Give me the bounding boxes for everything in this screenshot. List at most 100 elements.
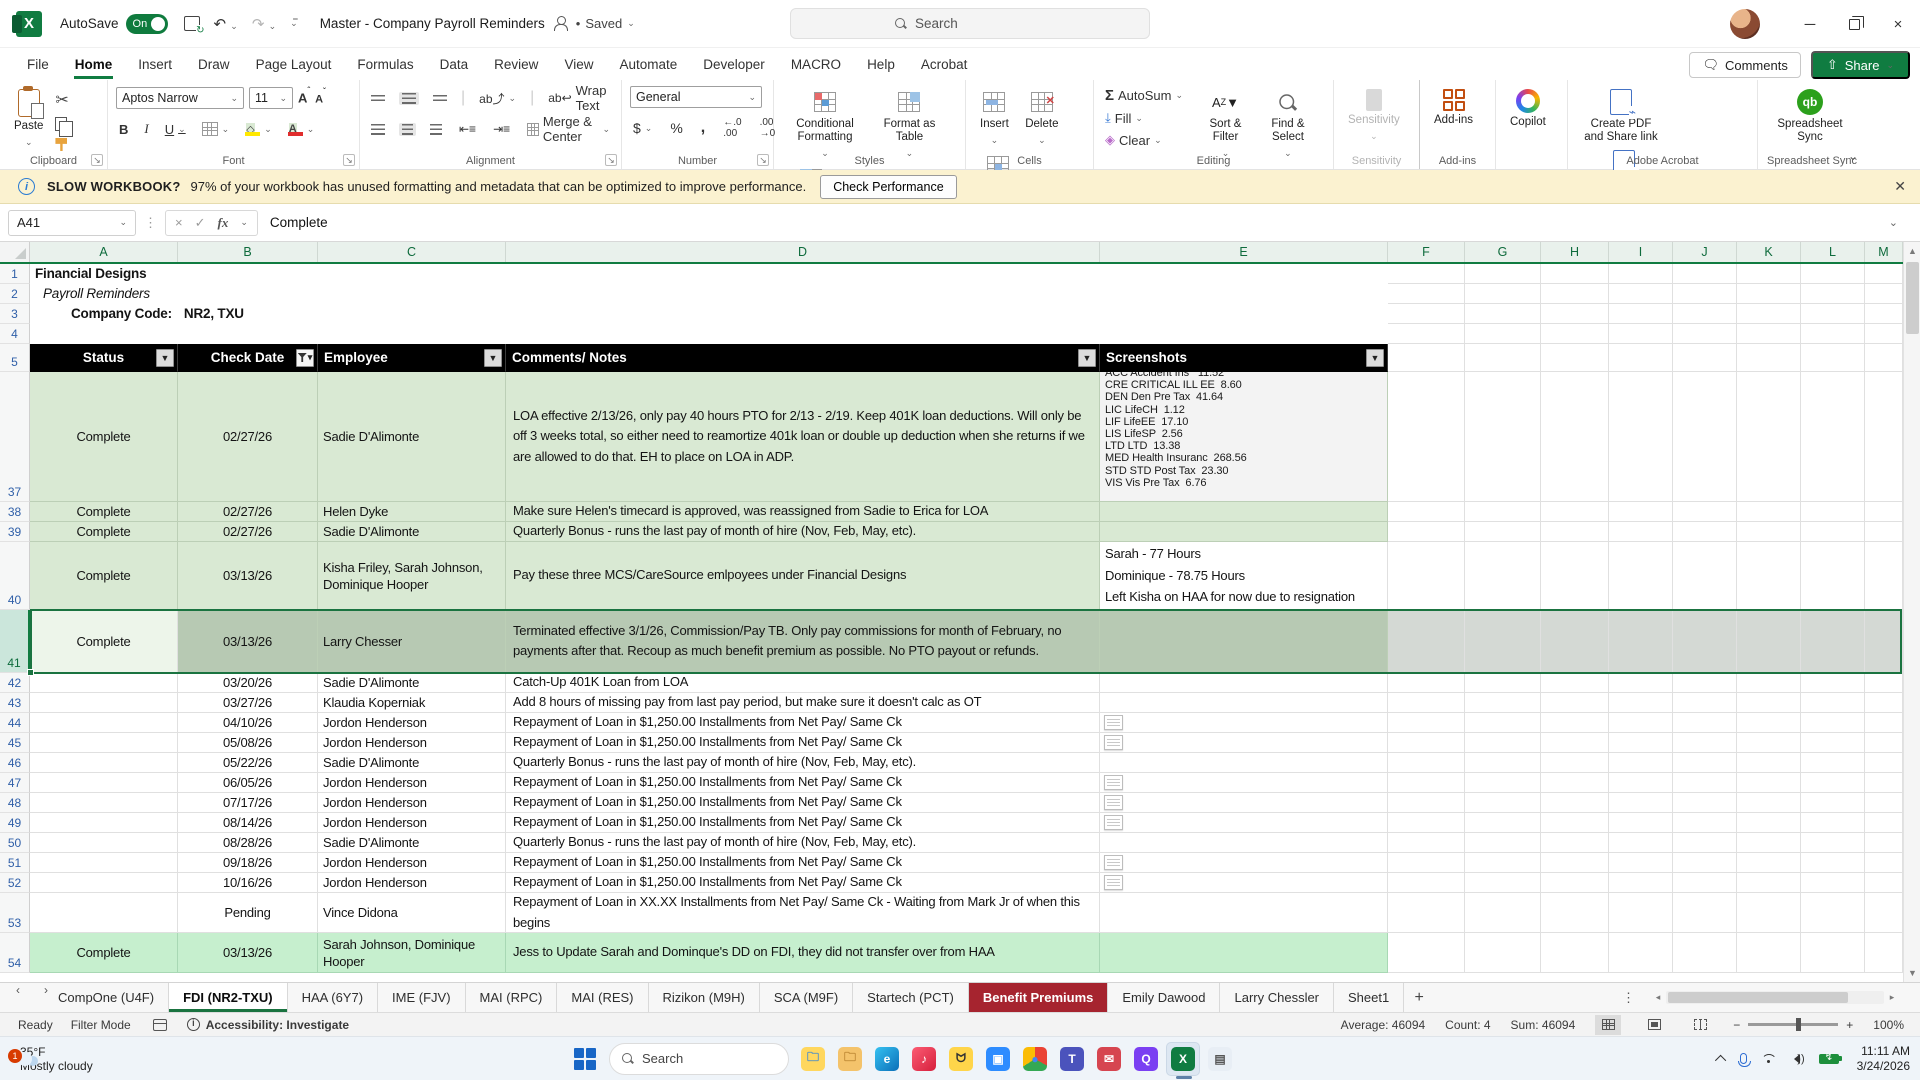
scroll-down-icon[interactable]: ▼ [1904,964,1920,982]
cell-F1[interactable] [1388,264,1465,284]
cell-H39[interactable] [1541,522,1609,542]
cell-I41[interactable] [1609,610,1673,673]
autosave-toggle[interactable]: On [126,14,168,34]
cell-C47[interactable]: Jordon Henderson [318,773,506,793]
cell-K38[interactable] [1737,502,1801,522]
cell-K51[interactable] [1737,853,1801,873]
borders-button[interactable]: ⌄ [199,121,233,137]
wrap-text-button[interactable]: ab↩ Wrap Text [545,82,613,114]
cell-E52[interactable] [1100,873,1388,893]
cell-M48[interactable] [1865,793,1903,813]
ribbon-tab-macro[interactable]: MACRO [778,51,854,78]
cell-H2[interactable] [1541,284,1609,304]
sheet-tab-sca-m9f-[interactable]: SCA (M9F) [760,983,853,1012]
taskbar-mail-icon[interactable]: ✉ [1092,1042,1126,1076]
filter-dropdown-icon[interactable]: ▼ [484,349,502,367]
cell-H49[interactable] [1541,813,1609,833]
taskbar-folder-icon[interactable]: 🗀 [833,1042,867,1076]
cell-J46[interactable] [1673,753,1737,773]
cell-G47[interactable] [1465,773,1541,793]
cell-I39[interactable] [1609,522,1673,542]
cell-M45[interactable] [1865,733,1903,753]
font-name-select[interactable]: Aptos Narrow⌄ [116,87,244,109]
row-header-5[interactable]: 5 [0,344,30,372]
cell-M53[interactable] [1865,893,1903,933]
cell-M42[interactable] [1865,673,1903,693]
cell-B41[interactable]: 03/13/26 [178,610,318,673]
cell-A39[interactable]: Complete [30,522,178,542]
expand-formula-bar-icon[interactable]: ⌄ [1889,216,1898,229]
header-status[interactable]: Status▼ [30,344,178,372]
row-header-53[interactable]: 53 [0,893,30,933]
cell-B54[interactable]: 03/13/26 [178,933,318,973]
cell-F47[interactable] [1388,773,1465,793]
cell-H48[interactable] [1541,793,1609,813]
cell-F2[interactable] [1388,284,1465,304]
cell-B48[interactable]: 07/17/26 [178,793,318,813]
cell-B42[interactable]: 03/20/26 [178,673,318,693]
cell-D48[interactable]: Repayment of Loan in $1,250.00 Installme… [506,793,1100,813]
cell-D40[interactable]: Pay these three MCS/CareSource emlpoyees… [506,542,1100,610]
column-header-E[interactable]: E [1100,242,1388,262]
cell-L41[interactable] [1801,610,1865,673]
comma-style-button[interactable]: , [698,118,708,138]
prev-sheet-icon[interactable]: ‹ [4,983,32,997]
percent-style-button[interactable]: % [667,119,685,137]
normal-view-button[interactable] [1595,1015,1621,1035]
cell-C37[interactable]: Sadie D'Alimonte [318,372,506,502]
cell-F51[interactable] [1388,853,1465,873]
microphone-icon[interactable] [1740,1053,1747,1064]
macro-record-icon[interactable] [153,1019,167,1031]
cell-B37[interactable]: 02/27/26 [178,372,318,502]
cell-C48[interactable]: Jordon Henderson [318,793,506,813]
cell-H52[interactable] [1541,873,1609,893]
cell-J48[interactable] [1673,793,1737,813]
column-header-B[interactable]: B [178,242,318,262]
cell-J49[interactable] [1673,813,1737,833]
cell-M54[interactable] [1865,933,1903,973]
cell-B43[interactable]: 03/27/26 [178,693,318,713]
filter-dropdown-icon[interactable]: ▼ [1078,349,1096,367]
find-select-button[interactable]: Find & Select⌄ [1259,86,1317,163]
qat-customize-icon[interactable]: ⌄̅ [290,18,298,29]
cell-K54[interactable] [1737,933,1801,973]
cell-G46[interactable] [1465,753,1541,773]
screenshot-thumbnail-icon[interactable] [1104,855,1123,870]
header-comments[interactable]: Comments/ Notes▼ [506,344,1100,372]
cell-C52[interactable]: Jordon Henderson [318,873,506,893]
screenshot-thumbnail-icon[interactable] [1104,735,1123,750]
vertical-scroll-thumb[interactable] [1906,262,1919,334]
cell-E42[interactable] [1100,673,1388,693]
screenshot-thumbnail-icon[interactable] [1104,875,1123,890]
cell-B38[interactable]: 02/27/26 [178,502,318,522]
cell-H1[interactable] [1541,264,1609,284]
row-header-2[interactable]: 2 [0,284,30,304]
cell-L51[interactable] [1801,853,1865,873]
cell-G44[interactable] [1465,713,1541,733]
cell-J5[interactable] [1673,344,1737,372]
cell-C46[interactable]: Sadie D'Alimonte [318,753,506,773]
cell-L1[interactable] [1801,264,1865,284]
header-screenshots[interactable]: Screenshots▼ [1100,344,1388,372]
cell-M40[interactable] [1865,542,1903,610]
row-header-45[interactable]: 45 [0,733,30,753]
taskbar-camera-icon[interactable]: ▣ [981,1042,1015,1076]
zoom-thumb[interactable] [1796,1018,1801,1031]
wifi-icon[interactable] [1761,1054,1775,1064]
screenshot-thumbnail-icon[interactable] [1104,815,1123,830]
create-pdf-share-button[interactable]: Create PDF and Share link [1576,86,1666,147]
column-header-I[interactable]: I [1609,242,1673,262]
font-dialog-launcher[interactable]: ↘ [343,154,355,166]
cell-B45[interactable]: 05/08/26 [178,733,318,753]
cell-G51[interactable] [1465,853,1541,873]
cell-J41[interactable] [1673,610,1737,673]
taskbar-chrome-icon[interactable]: ● [1018,1042,1052,1076]
cell-E38[interactable] [1100,502,1388,522]
cell-G50[interactable] [1465,833,1541,853]
insert-cells-button[interactable]: Insert⌄ [974,86,1015,150]
cell-J1[interactable] [1673,264,1737,284]
cell-J53[interactable] [1673,893,1737,933]
column-header-K[interactable]: K [1737,242,1801,262]
check-performance-button[interactable]: Check Performance [820,175,956,199]
row-header-43[interactable]: 43 [0,693,30,713]
